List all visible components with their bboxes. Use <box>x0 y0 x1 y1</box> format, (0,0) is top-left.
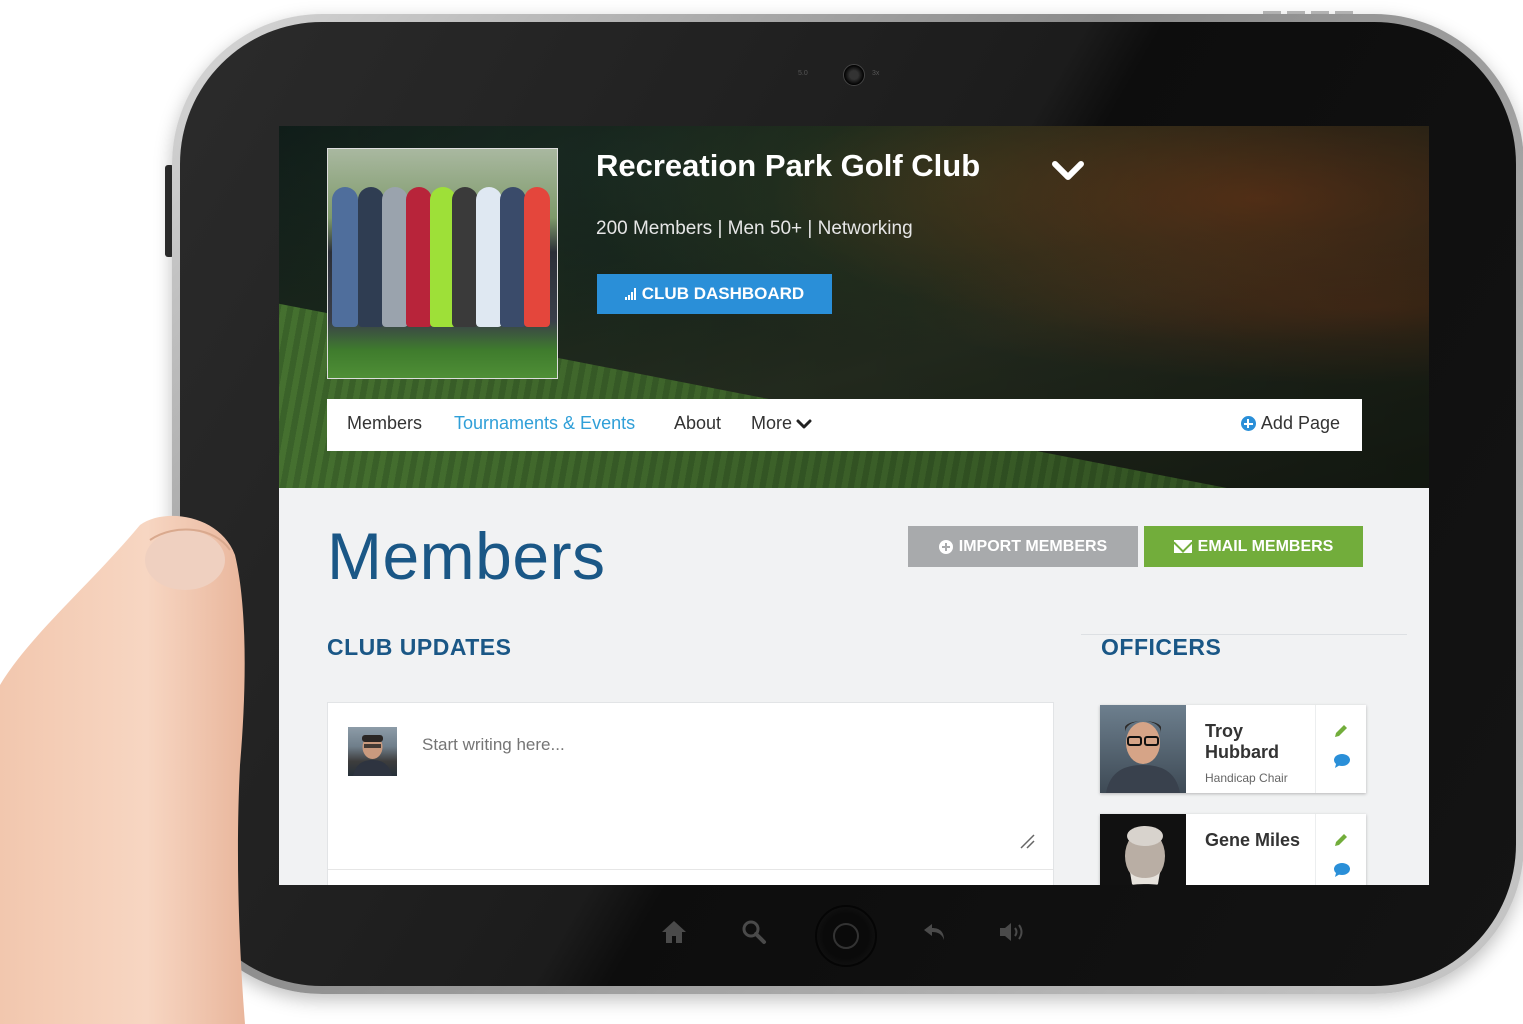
nav-item-more[interactable]: More <box>751 413 812 434</box>
volume-icon[interactable] <box>996 915 1030 949</box>
officer-photo <box>1100 705 1186 793</box>
nav-item-members[interactable]: Members <box>347 413 422 434</box>
email-members-button[interactable]: EMAIL MEMBERS <box>1144 526 1363 567</box>
club-meta-info: 200 Members | Men 50+ | Networking <box>596 218 913 239</box>
add-page-label: Add Page <box>1260 413 1340 433</box>
club-updates-heading: CLUB UPDATES <box>327 634 512 660</box>
officer-role: Handicap Chair <box>1205 771 1288 785</box>
club-update-composer <box>327 702 1054 885</box>
avatar <box>348 727 397 776</box>
camera-label-left: 5.0 <box>798 70 808 77</box>
club-nav-bar: Members Tournaments & Events About More … <box>327 399 1362 451</box>
club-update-input[interactable] <box>422 735 922 755</box>
add-page-button[interactable]: Add Page <box>1240 413 1340 434</box>
chevron-down-icon[interactable] <box>1049 156 1087 186</box>
officer-actions <box>1315 814 1366 885</box>
club-dashboard-button[interactable]: CLUB DASHBOARD <box>597 274 832 314</box>
resize-handle-icon[interactable] <box>1019 833 1035 849</box>
nav-item-more-label: More <box>751 413 793 433</box>
nav-item-about[interactable]: About <box>674 413 721 434</box>
club-group-photo[interactable] <box>327 148 558 379</box>
plus-circle-icon <box>938 539 953 554</box>
home-button[interactable] <box>815 905 877 967</box>
club-hero-banner: Recreation Park Golf Club 200 Members | … <box>279 126 1429 488</box>
home-icon[interactable] <box>657 915 691 949</box>
import-members-label: IMPORT MEMBERS <box>958 537 1108 555</box>
officer-name: Gene Miles <box>1205 830 1301 850</box>
signal-bars-icon <box>624 288 636 300</box>
officer-name: Troy Hubbard <box>1205 721 1279 762</box>
back-icon[interactable] <box>918 915 952 949</box>
plus-circle-icon <box>1240 416 1256 431</box>
chevron-down-icon <box>796 419 812 429</box>
envelope-icon <box>1173 540 1192 553</box>
camera-label-right: 3x <box>872 70 880 77</box>
club-name-title: Recreation Park Golf Club <box>596 148 981 183</box>
officer-photo <box>1100 814 1186 885</box>
officer-card[interactable]: Gene Miles <box>1100 814 1366 885</box>
page-title: Members <box>327 519 606 593</box>
front-camera-icon <box>843 64 865 86</box>
pencil-icon[interactable] <box>1333 723 1349 739</box>
chat-bubble-icon[interactable] <box>1333 753 1351 769</box>
officer-card[interactable]: Troy Hubbard Handicap Chair <box>1100 705 1366 793</box>
officers-heading: OFFICERS <box>1101 634 1222 660</box>
officer-actions <box>1315 705 1366 793</box>
nav-item-tournaments-events[interactable]: Tournaments & Events <box>454 413 635 434</box>
search-icon[interactable] <box>737 915 771 949</box>
pencil-icon[interactable] <box>1333 832 1349 848</box>
email-members-label: EMAIL MEMBERS <box>1197 537 1334 555</box>
chat-bubble-icon[interactable] <box>1333 862 1351 878</box>
import-members-button[interactable]: IMPORT MEMBERS <box>908 526 1138 567</box>
tablet-screen: Recreation Park Golf Club 200 Members | … <box>279 126 1429 885</box>
club-dashboard-label: CLUB DASHBOARD <box>641 284 805 303</box>
